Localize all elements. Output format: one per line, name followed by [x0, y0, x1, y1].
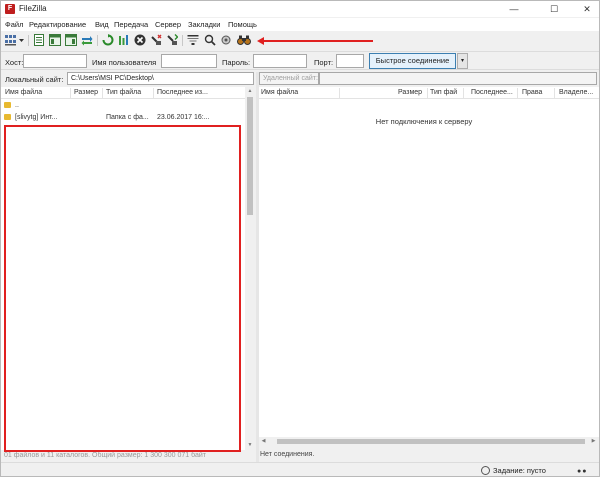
remote-col-modified[interactable]: Последнее...	[471, 89, 513, 96]
column-divider[interactable]	[517, 88, 518, 98]
remote-col-owner[interactable]: Владеле...	[559, 89, 593, 96]
remote-col-filename[interactable]: Имя файла	[261, 89, 298, 96]
table-row[interactable]: ..	[1, 100, 245, 111]
column-divider[interactable]	[70, 88, 71, 98]
local-column-header: Имя файла Размер Тип файла Последнее из.…	[1, 87, 245, 99]
close-button[interactable]: ✕	[575, 1, 599, 17]
transfer-indicator-icon: ●●	[577, 468, 588, 475]
column-divider[interactable]	[554, 88, 555, 98]
title-bar: F FileZilla — ☐ ✕	[1, 1, 599, 17]
menu-file[interactable]: Файл	[5, 20, 23, 29]
remote-file-list[interactable]	[259, 99, 599, 437]
dropdown-arrow-icon[interactable]	[18, 34, 25, 46]
remote-site-bar: Удаленный сайт:	[259, 72, 599, 86]
no-connection-message: Нет подключения к серверу	[375, 117, 473, 126]
column-divider[interactable]	[463, 88, 464, 98]
toggle-remote-tree-icon[interactable]	[65, 34, 77, 46]
remote-site-label: Удаленный сайт:	[259, 72, 319, 85]
cancel-icon[interactable]	[134, 34, 146, 46]
username-label: Имя пользователя	[92, 58, 157, 67]
local-col-type[interactable]: Тип файла	[106, 89, 141, 96]
local-col-filename[interactable]: Имя файла	[5, 89, 42, 96]
column-divider[interactable]	[153, 88, 154, 98]
annotation-arrow-head-icon	[257, 37, 264, 45]
reconnect-icon[interactable]	[166, 34, 178, 46]
filter-icon[interactable]	[187, 34, 199, 46]
remote-col-permissions[interactable]: Права	[522, 89, 542, 96]
remote-col-size[interactable]: Размер	[398, 89, 422, 96]
scroll-up-icon[interactable]: ▲	[245, 87, 255, 96]
filezilla-logo-icon: F	[5, 4, 15, 14]
remote-site-path-input[interactable]	[319, 72, 597, 85]
toolbar-separator	[182, 35, 183, 46]
local-row-type: Папка с фа...	[106, 114, 149, 121]
maximize-button[interactable]: ☐	[542, 1, 566, 17]
remote-horizontal-scrollbar[interactable]: ◀ ▶	[259, 437, 599, 446]
quickconnect-dropdown-icon[interactable]: ▾	[457, 53, 468, 69]
menu-help[interactable]: Помощь	[228, 20, 257, 29]
refresh-icon[interactable]	[102, 34, 114, 46]
local-site-bar: Локальный сайт: C:\Users\MSI PC\Desktop\	[1, 72, 256, 86]
annotation-highlight-box	[4, 125, 241, 452]
remote-scroll-thumb[interactable]	[277, 439, 585, 444]
port-input[interactable]	[336, 54, 364, 68]
remote-status-text: Нет соединения.	[260, 451, 315, 458]
local-row-name: ..	[15, 102, 19, 109]
process-queue-icon[interactable]	[118, 34, 130, 46]
password-input[interactable]	[253, 54, 307, 68]
toggle-local-tree-icon[interactable]	[49, 34, 61, 46]
folder-icon	[4, 102, 11, 108]
scroll-down-icon[interactable]: ▼	[245, 441, 255, 450]
sync-browse-icon[interactable]	[220, 34, 232, 46]
password-label: Пароль:	[222, 58, 251, 67]
status-bar: Задание: пусто ●●	[1, 462, 599, 476]
column-divider[interactable]	[427, 88, 428, 98]
menu-server[interactable]: Сервер	[155, 20, 181, 29]
remote-column-header: Имя файла Размер Тип фай Последнее... Пр…	[259, 87, 599, 99]
annotation-arrow-line	[263, 40, 373, 42]
filezilla-window: F FileZilla — ☐ ✕ Файл Редактирование Ви…	[0, 0, 600, 477]
window-title: FileZilla	[19, 4, 47, 13]
folder-icon	[4, 114, 11, 120]
host-label: Хост:	[5, 58, 24, 67]
queue-status-icon	[481, 466, 490, 475]
toggle-compare-icon[interactable]	[204, 34, 216, 46]
remote-col-type[interactable]: Тип фай	[430, 89, 457, 96]
username-input[interactable]	[161, 54, 217, 68]
local-site-label: Локальный сайт:	[5, 75, 64, 84]
menu-bookmarks[interactable]: Закладки	[188, 20, 220, 29]
toolbar-separator	[28, 35, 29, 46]
local-site-path-input[interactable]: C:\Users\MSI PC\Desktop\	[67, 72, 254, 85]
table-row[interactable]: [slivytg] Инт... Папка с фа... 23.06.201…	[1, 112, 245, 123]
local-col-size[interactable]: Размер	[74, 89, 98, 96]
menu-view[interactable]: Вид	[95, 20, 109, 29]
local-col-modified[interactable]: Последнее из...	[157, 89, 208, 96]
site-manager-icon[interactable]	[5, 34, 17, 46]
host-input[interactable]	[23, 54, 87, 68]
quickconnect-button[interactable]: Быстрое соединение	[369, 53, 456, 69]
local-scroll-thumb[interactable]	[247, 97, 253, 215]
queue-status-text: Задание: пусто	[493, 466, 546, 475]
minimize-button[interactable]: —	[502, 1, 526, 17]
local-row-name: [slivytg] Инт...	[15, 114, 58, 121]
column-divider[interactable]	[102, 88, 103, 98]
toolbar-separator	[97, 35, 98, 46]
toggle-message-log-icon[interactable]	[33, 34, 45, 46]
scroll-right-icon[interactable]: ▶	[589, 437, 598, 446]
toggle-transfer-queue-icon[interactable]	[81, 34, 93, 46]
local-row-modified: 23.06.2017 16:...	[157, 114, 210, 121]
menu-edit[interactable]: Редактирование	[29, 20, 86, 29]
port-label: Порт:	[314, 58, 334, 67]
menu-bar: Файл Редактирование Вид Передача Сервер …	[1, 18, 599, 31]
local-vertical-scrollbar[interactable]: ▲ ▼	[245, 87, 255, 450]
disconnect-icon[interactable]	[150, 34, 162, 46]
quickconnect-bar: Хост: Имя пользователя Пароль: Порт: Быс…	[1, 51, 599, 70]
column-divider[interactable]	[339, 88, 340, 98]
scroll-left-icon[interactable]: ◀	[259, 437, 268, 446]
search-binoculars-icon[interactable]	[237, 34, 251, 46]
local-status-text: 01 файлов и 11 каталогов. Общий размер: …	[4, 452, 206, 459]
menu-transfer[interactable]: Передача	[114, 20, 148, 29]
